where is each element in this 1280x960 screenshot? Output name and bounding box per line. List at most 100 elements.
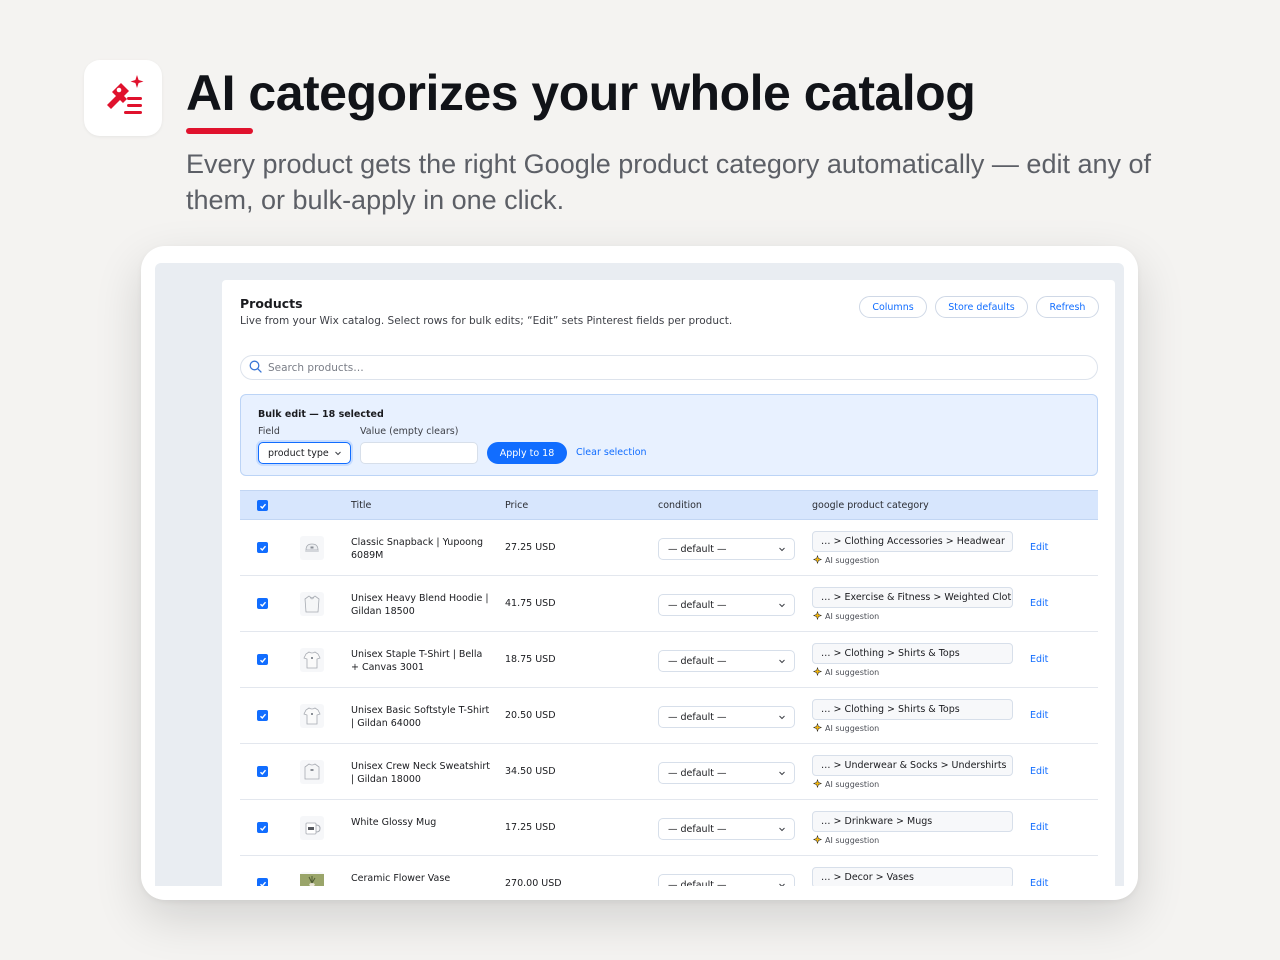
category-field[interactable]: … > Clothing Accessories > Headwear — [812, 531, 1013, 552]
sparkle-icon — [812, 834, 823, 846]
condition-value: — default — — [668, 767, 727, 779]
edit-link[interactable]: Edit — [1030, 542, 1048, 553]
category-field[interactable]: … > Clothing > Shirts & Tops — [812, 699, 1013, 720]
chevron-down-icon — [778, 769, 786, 780]
row-checkbox[interactable] — [257, 766, 268, 777]
field-select[interactable]: product type — [258, 442, 351, 464]
panel-title: Products — [240, 296, 303, 311]
product-price: 17.25 USD — [505, 822, 556, 833]
store-defaults-button[interactable]: Store defaults — [935, 296, 1028, 318]
condition-select[interactable]: — default — — [658, 874, 795, 886]
category-field[interactable]: … > Underwear & Socks > Undershirts — [812, 755, 1013, 776]
condition-value: — default — — [668, 599, 727, 611]
table-row: Unisex Crew Neck Sweatshirt | Gildan 180… — [240, 744, 1098, 800]
field-select-value: product type — [268, 447, 329, 459]
col-google-category[interactable]: google product category — [812, 500, 929, 511]
category-field[interactable]: … > Exercise & Fitness > Weighted Clothi… — [812, 587, 1013, 608]
search-input[interactable]: Search products… — [240, 355, 1098, 380]
ai-suggestion-label: AI suggestion — [825, 724, 880, 733]
condition-select[interactable]: — default — — [658, 538, 795, 560]
chevron-down-icon — [778, 825, 786, 836]
product-price: 34.50 USD — [505, 766, 556, 777]
condition-select[interactable]: — default — — [658, 594, 795, 616]
edit-link[interactable]: Edit — [1030, 710, 1048, 721]
app-window: Products Live from your Wix catalog. Sel… — [155, 263, 1124, 886]
ai-suggestion-label: AI suggestion — [825, 556, 880, 565]
field-label: Field — [258, 426, 280, 437]
app-logo-icon — [84, 60, 162, 136]
page-headline: AI categorizes your whole catalog — [186, 65, 976, 121]
chevron-down-icon — [778, 601, 786, 612]
edit-link[interactable]: Edit — [1030, 654, 1048, 665]
chevron-down-icon — [778, 881, 786, 886]
sparkle-icon — [812, 610, 823, 622]
refresh-button[interactable]: Refresh — [1036, 296, 1099, 318]
product-price: 27.25 USD — [505, 542, 556, 553]
row-checkbox[interactable] — [257, 542, 268, 553]
category-field[interactable]: … > Drinkware > Mugs — [812, 811, 1013, 832]
condition-value: — default — — [668, 655, 727, 667]
chevron-down-icon — [778, 713, 786, 724]
columns-button[interactable]: Columns — [859, 296, 927, 318]
product-price: 270.00 USD — [505, 878, 562, 886]
col-price[interactable]: Price — [505, 500, 528, 511]
condition-select[interactable]: — default — — [658, 762, 795, 784]
sparkle-icon — [812, 666, 823, 678]
product-title: Classic Snapback | Yupoong 6089M — [351, 537, 484, 561]
edit-link[interactable]: Edit — [1030, 598, 1048, 609]
product-title: Unisex Heavy Blend Hoodie | Gildan 18500 — [351, 593, 489, 617]
condition-select[interactable]: — default — — [658, 650, 795, 672]
ai-suggestion-badge: AI suggestion — [812, 554, 880, 566]
row-checkbox[interactable] — [257, 598, 268, 609]
ai-suggestion-badge: AI suggestion — [812, 834, 880, 846]
table-header: Title Price condition google product cat… — [240, 490, 1098, 520]
edit-link[interactable]: Edit — [1030, 766, 1048, 777]
search-icon — [249, 358, 262, 377]
condition-value: — default — — [668, 711, 727, 723]
condition-value: — default — — [668, 879, 727, 887]
product-price: 20.50 USD — [505, 710, 556, 721]
value-input[interactable] — [360, 442, 478, 464]
product-price: 41.75 USD — [505, 598, 556, 609]
condition-select[interactable]: — default — — [658, 818, 795, 840]
apply-button[interactable]: Apply to 18 — [487, 442, 567, 464]
ai-suggestion-label: AI suggestion — [825, 612, 880, 621]
row-checkbox[interactable] — [257, 654, 268, 665]
col-condition[interactable]: condition — [658, 500, 702, 511]
table-row: White Glossy Mug 17.25 USD — default — … > … — [240, 800, 1098, 856]
product-thumbnail — [300, 648, 324, 672]
product-title: Unisex Staple T-Shirt | Bella + Canvas 3… — [351, 649, 483, 673]
select-all-checkbox[interactable] — [257, 500, 268, 511]
row-checkbox[interactable] — [257, 710, 268, 721]
ai-suggestion-label: AI suggestion — [825, 836, 880, 845]
clear-selection-link[interactable]: Clear selection — [576, 447, 647, 458]
ai-suggestion-badge: AI suggestion — [812, 666, 879, 678]
search-placeholder: Search products… — [268, 361, 364, 374]
chevron-down-icon — [778, 545, 786, 556]
bulk-edit-title: Bulk edit — 18 selected — [258, 409, 384, 420]
product-thumbnail — [300, 592, 324, 616]
panel-subtitle: Live from your Wix catalog. Select rows … — [240, 315, 733, 327]
bulk-edit-box: Bulk edit — 18 selected Field Value (emp… — [240, 394, 1098, 476]
row-checkbox[interactable] — [257, 878, 268, 886]
row-checkbox[interactable] — [257, 822, 268, 833]
category-field[interactable]: … > Decor > Vases — [812, 867, 1013, 886]
value-label: Value (empty clears) — [360, 426, 459, 437]
sparkle-icon — [812, 722, 823, 734]
ai-suggestion-badge: AI suggestion — [812, 778, 879, 790]
col-title[interactable]: Title — [351, 500, 371, 511]
edit-link[interactable]: Edit — [1030, 822, 1048, 833]
category-field[interactable]: … > Clothing > Shirts & Tops — [812, 643, 1013, 664]
table-row: Unisex Staple T-Shirt | Bella + Canvas 3… — [240, 632, 1098, 688]
product-title: Ceramic Flower Vase — [351, 873, 451, 884]
screenshot-frame: Products Live from your Wix catalog. Sel… — [141, 246, 1138, 900]
product-thumbnail — [300, 872, 324, 886]
condition-select[interactable]: — default — — [658, 706, 795, 728]
product-price: 18.75 USD — [505, 654, 556, 665]
products-panel: Products Live from your Wix catalog. Sel… — [222, 280, 1115, 886]
headline-accent-bar — [186, 128, 253, 134]
ai-suggestion-badge: AI suggestion — [812, 722, 880, 734]
condition-value: — default — — [668, 543, 727, 555]
table-row: Unisex Heavy Blend Hoodie | Gildan 18500… — [240, 576, 1098, 632]
edit-link[interactable]: Edit — [1030, 878, 1048, 886]
